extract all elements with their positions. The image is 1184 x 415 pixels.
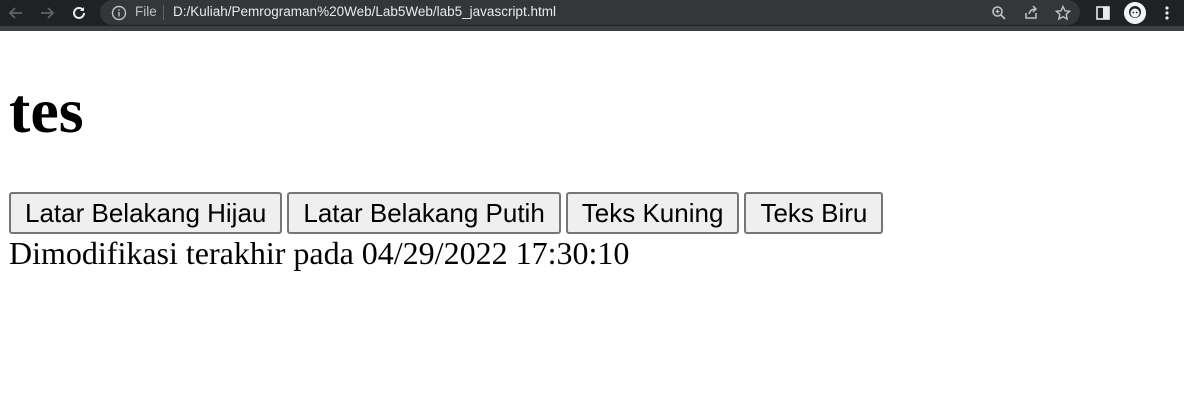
omnibox-divider xyxy=(163,5,164,20)
last-modified-text: Dimodifikasi terakhir pada 04/29/2022 17… xyxy=(9,235,630,271)
arrow-right-icon xyxy=(41,7,55,19)
browser-toolbar: File D:/Kuliah/Pemrograman%20Web/Lab5Web… xyxy=(0,0,1184,26)
profile-avatar[interactable] xyxy=(1124,2,1146,24)
reload-icon xyxy=(73,6,85,19)
side-panel-icon[interactable] xyxy=(1093,3,1113,23)
blue-text-button[interactable]: Teks Biru xyxy=(744,192,884,234)
back-button[interactable] xyxy=(6,3,26,23)
share-icon[interactable] xyxy=(1021,3,1041,23)
arrow-left-icon xyxy=(8,7,22,19)
page-content: tes Latar Belakang Hijau Latar Belakang P… xyxy=(0,31,1184,415)
zoom-icon[interactable] xyxy=(989,3,1009,23)
button-row: Latar Belakang Hijau Latar Belakang Putih… xyxy=(9,192,888,234)
forward-button[interactable] xyxy=(37,3,57,23)
green-background-button[interactable]: Latar Belakang Hijau xyxy=(9,192,283,234)
yellow-text-button[interactable]: Teks Kuning xyxy=(565,192,740,234)
reload-button[interactable] xyxy=(69,3,89,23)
page-heading: tes xyxy=(9,75,84,146)
url-scheme-label: File xyxy=(135,4,157,19)
url-text[interactable]: D:/Kuliah/Pemrograman%20Web/Lab5Web/lab5… xyxy=(173,3,556,21)
white-background-button[interactable]: Latar Belakang Putih xyxy=(287,192,561,234)
site-info-icon[interactable] xyxy=(110,4,128,22)
more-menu-icon[interactable] xyxy=(1157,3,1177,23)
bookmark-star-icon[interactable] xyxy=(1053,3,1073,23)
